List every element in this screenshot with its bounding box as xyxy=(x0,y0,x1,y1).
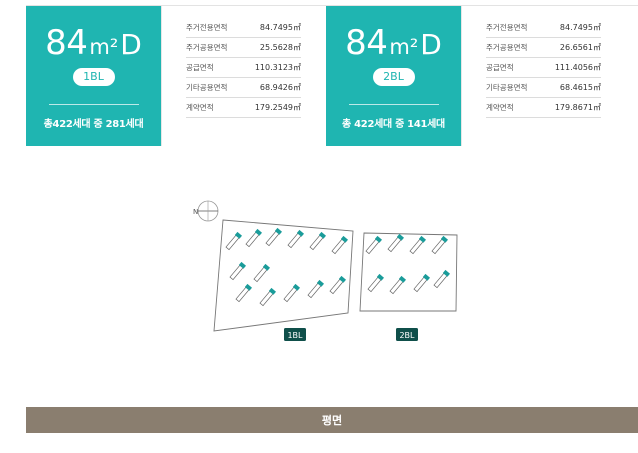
type-number: 84 xyxy=(45,23,88,63)
area-label: 주거공용면적 xyxy=(186,43,228,52)
site-map: N 1BL 2BL xyxy=(193,200,458,341)
type-unit: m² xyxy=(389,35,419,59)
area-row: 주거전용면적 84.7495㎡ xyxy=(486,18,601,38)
area-row: 주거전용면적 84.7495㎡ xyxy=(186,18,301,38)
block-label-text: 1BL xyxy=(287,331,303,340)
unit-cards: 84 m² D 1BL 총422세대 중 281세대 주거전용면적 84.7495… xyxy=(26,5,638,146)
area-value: 179.2549㎡ xyxy=(254,103,301,112)
area-label: 주거전용면적 xyxy=(186,23,228,32)
unit-type: 84 m² D xyxy=(345,26,442,60)
area-table: 주거전용면적 84.7495㎡ 주거공용면적 26.6561㎡ 공급면적 111.40… xyxy=(461,6,626,146)
unit-type-panel: 84 m² D 2BL 총 422세대 중 141세대 xyxy=(326,6,461,146)
divider xyxy=(348,104,439,105)
block-badge: 2BL xyxy=(372,68,415,86)
area-label: 공급면적 xyxy=(486,63,514,72)
compass-icon: N xyxy=(193,200,219,222)
block-badge: 1BL xyxy=(72,68,115,86)
block-label-text: 2BL xyxy=(399,331,415,340)
unit-type-panel: 84 m² D 1BL 총422세대 중 281세대 xyxy=(26,6,161,146)
area-value: 68.4615㎡ xyxy=(559,83,601,92)
area-row: 공급면적 110.3123㎡ xyxy=(186,58,301,78)
area-value: 26.6561㎡ xyxy=(559,43,601,52)
area-table: 주거전용면적 84.7495㎡ 주거공용면적 25.5628㎡ 공급면적 110.31… xyxy=(161,6,326,146)
area-row: 계약면적 179.8671㎡ xyxy=(486,98,601,118)
area-value: 111.4056㎡ xyxy=(554,63,601,72)
area-value: 110.3123㎡ xyxy=(254,63,301,72)
area-label: 기타공용면적 xyxy=(186,83,228,92)
area-label: 주거공용면적 xyxy=(486,43,528,52)
compass-label: N xyxy=(193,208,198,216)
block-label-2bl: 2BL xyxy=(396,328,418,341)
floor-plan-tab[interactable]: 평면 xyxy=(26,407,638,433)
area-row: 기타공용면적 68.9426㎡ xyxy=(186,78,301,98)
area-row: 계약면적 179.2549㎡ xyxy=(186,98,301,118)
area-row: 공급면적 111.4056㎡ xyxy=(486,58,601,78)
area-row: 주거공용면적 25.5628㎡ xyxy=(186,38,301,58)
type-letter: D xyxy=(120,28,142,61)
household-count: 총422세대 중 281세대 xyxy=(43,119,144,130)
area-value: 84.7495㎡ xyxy=(259,23,301,32)
area-label: 기타공용면적 xyxy=(486,83,528,92)
area-label: 주거전용면적 xyxy=(486,23,528,32)
unit-card-1bl: 84 m² D 1BL 총422세대 중 281세대 주거전용면적 84.7495… xyxy=(26,6,326,146)
block-label-1bl: 1BL xyxy=(284,328,306,341)
area-row: 주거공용면적 26.6561㎡ xyxy=(486,38,601,58)
area-value: 68.9426㎡ xyxy=(259,83,301,92)
type-number: 84 xyxy=(345,23,388,63)
unit-type: 84 m² D xyxy=(45,26,142,60)
area-label: 계약면적 xyxy=(186,103,214,112)
household-count: 총 422세대 중 141세대 xyxy=(342,119,445,130)
area-value: 25.5628㎡ xyxy=(259,43,301,52)
type-letter: D xyxy=(420,28,442,61)
area-label: 계약면적 xyxy=(486,103,514,112)
area-label: 공급면적 xyxy=(186,63,214,72)
unit-card-2bl: 84 m² D 2BL 총 422세대 중 141세대 주거전용면적 84.749… xyxy=(326,6,626,146)
area-value: 84.7495㎡ xyxy=(559,23,601,32)
divider xyxy=(48,104,139,105)
area-row: 기타공용면적 68.4615㎡ xyxy=(486,78,601,98)
type-unit: m² xyxy=(89,35,119,59)
area-value: 179.8671㎡ xyxy=(554,103,601,112)
